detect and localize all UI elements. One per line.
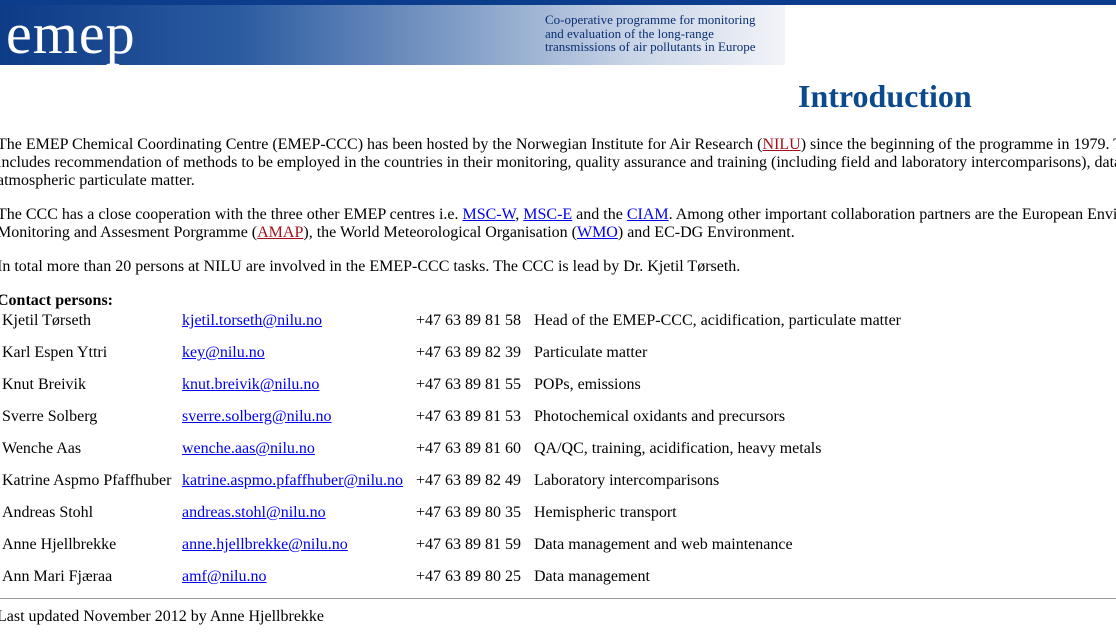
contact-email-cell: anne.hjellbrekke@nilu.no <box>182 534 416 566</box>
coop-text-2: and the <box>572 206 627 223</box>
amap-link[interactable]: AMAP <box>257 224 303 241</box>
contacts-table-body: Kjetil Tørseth kjetil.torseth@nilu.no +47 … <box>0 310 901 598</box>
contact-row: Sverre Solberg sverre.solberg@nilu.no +47 … <box>0 406 901 438</box>
contact-name: Sverre Solberg <box>2 408 98 425</box>
contact-role: QA/QC, training, acidification, heavy me… <box>534 440 822 457</box>
contact-name: Karl Espen Yttri <box>2 344 108 361</box>
main-content: The EMEP Chemical Coordinating Centre (E… <box>0 136 1116 598</box>
header-banner: emep Co-operative programme for monitori… <box>0 5 785 65</box>
contact-phone: +47 63 89 80 35 <box>416 504 522 521</box>
page: emep Co-operative programme for monitori… <box>0 0 1116 637</box>
contact-name: Ann Mari Fjæraa <box>2 568 113 585</box>
contact-phone: +47 63 89 81 60 <box>416 440 522 457</box>
intro-text-2: ) since the beginning of the programme i… <box>800 136 1116 153</box>
intro-paragraph: The EMEP Chemical Coordinating Centre (E… <box>0 136 1116 190</box>
contact-email-cell: sverre.solberg@nilu.no <box>182 406 416 438</box>
contacts-heading: Contact persons: <box>0 292 113 309</box>
emep-logo[interactable]: emep <box>6 5 136 63</box>
coop-text-1: The CCC has a close cooperation with the… <box>0 206 463 223</box>
contact-name: Anne Hjellbrekke <box>2 536 117 553</box>
contact-email-cell: knut.breivik@nilu.no <box>182 374 416 406</box>
contact-name: Andreas Stohl <box>2 504 94 521</box>
contact-email-cell: key@nilu.no <box>182 342 416 374</box>
contact-row: Kjetil Tørseth kjetil.torseth@nilu.no +47 … <box>0 310 901 342</box>
msc-w-link[interactable]: MSC-W <box>463 206 516 223</box>
nilu-link[interactable]: NILU <box>762 136 800 153</box>
contact-role: Head of the EMEP-CCC, acidification, par… <box>534 312 901 329</box>
cooperation-paragraph: The CCC has a close cooperation with the… <box>0 206 1116 242</box>
contact-phone: +47 63 89 80 25 <box>416 568 522 585</box>
contact-phone: +47 63 89 82 49 <box>416 472 522 489</box>
contact-email-link[interactable]: knut.breivik@nilu.no <box>182 376 319 393</box>
contact-email-link[interactable]: key@nilu.no <box>182 344 265 361</box>
contact-email-cell: amf@nilu.no <box>182 566 416 598</box>
contact-row: Wenche Aas wenche.aas@nilu.no +47 63 89 81… <box>0 438 901 470</box>
contact-role: Hemispheric transport <box>534 504 677 521</box>
header-tagline: Co-operative programme for monitoring an… <box>545 13 785 54</box>
contact-email-link[interactable]: andreas.stohl@nilu.no <box>182 504 326 521</box>
contact-email-cell: katrine.aspmo.pfaffhuber@nilu.no <box>182 470 416 502</box>
contact-name: Wenche Aas <box>2 440 82 457</box>
intro-text-line-3: atmospheric particulate matter. <box>0 172 195 189</box>
contact-email-cell: kjetil.torseth@nilu.no <box>182 310 416 342</box>
coop-text-line2-a: Monitoring and Assesment Porgramme ( <box>0 224 258 241</box>
intro-text-1: The EMEP Chemical Coordinating Centre (E… <box>0 136 763 153</box>
contact-row: Ann Mari Fjæraa amf@nilu.no +47 63 89 80 2… <box>0 566 901 598</box>
contact-row: Anne Hjellbrekke anne.hjellbrekke@nilu.no… <box>0 534 901 566</box>
contact-row: Knut Breivik knut.breivik@nilu.no +47 63 8… <box>0 374 901 406</box>
ciam-link[interactable]: CIAM <box>627 206 669 223</box>
coop-text-line2-c: ) and EC-DG Environment. <box>617 224 795 241</box>
contact-name: Knut Breivik <box>2 376 86 393</box>
contact-name: Kjetil Tørseth <box>2 312 92 329</box>
contact-phone: +47 63 89 81 53 <box>416 408 522 425</box>
contact-role: Laboratory intercomparisons <box>534 472 720 489</box>
contact-email-link[interactable]: wenche.aas@nilu.no <box>182 440 315 457</box>
msc-e-link[interactable]: MSC-E <box>523 206 572 223</box>
contact-role: Data management and web maintenance <box>534 536 793 553</box>
staff-paragraph: In total more than 20 persons at NILU ar… <box>0 258 741 275</box>
contact-phone: +47 63 89 82 39 <box>416 344 522 361</box>
contact-phone: +47 63 89 81 55 <box>416 376 522 393</box>
coop-text-line2-b: ), the World Meteorological Organisation… <box>303 224 577 241</box>
contact-email-link[interactable]: anne.hjellbrekke@nilu.no <box>182 536 348 553</box>
contact-row: Karl Espen Yttri key@nilu.no +47 63 89 82 … <box>0 342 901 374</box>
contact-email-link[interactable]: amf@nilu.no <box>182 568 267 585</box>
wmo-link[interactable]: WMO <box>577 224 618 241</box>
contact-email-link[interactable]: katrine.aspmo.pfaffhuber@nilu.no <box>182 472 403 489</box>
contact-role: Particulate matter <box>534 344 648 361</box>
contact-email-cell: andreas.stohl@nilu.no <box>182 502 416 534</box>
intro-text-line-2: includes recommendation of methods to be… <box>0 154 1116 171</box>
tagline-line-2: and evaluation of the long-range <box>545 25 714 41</box>
contact-row: Katrine Aspmo Pfaffhuber katrine.aspmo.pf… <box>0 470 901 502</box>
contacts-table: Kjetil Tørseth kjetil.torseth@nilu.no +47 … <box>0 310 901 598</box>
contact-role: Photochemical oxidants and precursors <box>534 408 786 425</box>
contact-name: Katrine Aspmo Pfaffhuber <box>2 472 172 489</box>
contact-email-cell: wenche.aas@nilu.no <box>182 438 416 470</box>
contact-email-link[interactable]: kjetil.torseth@nilu.no <box>182 312 322 329</box>
contact-phone: +47 63 89 81 58 <box>416 312 522 329</box>
tagline-line-1: Co-operative programme for monitoring <box>545 12 756 27</box>
contact-phone: +47 63 89 81 59 <box>416 536 522 553</box>
footer-divider <box>0 598 1116 599</box>
contact-role: POPs, emissions <box>534 376 641 393</box>
page-title: Introduction <box>798 78 972 114</box>
tagline-line-3: transmissions of air pollutants in Europ… <box>545 39 756 54</box>
coop-text-3: . Among other important collaboration pa… <box>668 206 1116 223</box>
contact-email-link[interactable]: sverre.solberg@nilu.no <box>182 408 332 425</box>
contact-role: Data management <box>534 568 650 585</box>
last-updated-footer: Last updated November 2012 by Anne Hjell… <box>0 608 325 625</box>
contact-row: Andreas Stohl andreas.stohl@nilu.no +47 63… <box>0 502 901 534</box>
